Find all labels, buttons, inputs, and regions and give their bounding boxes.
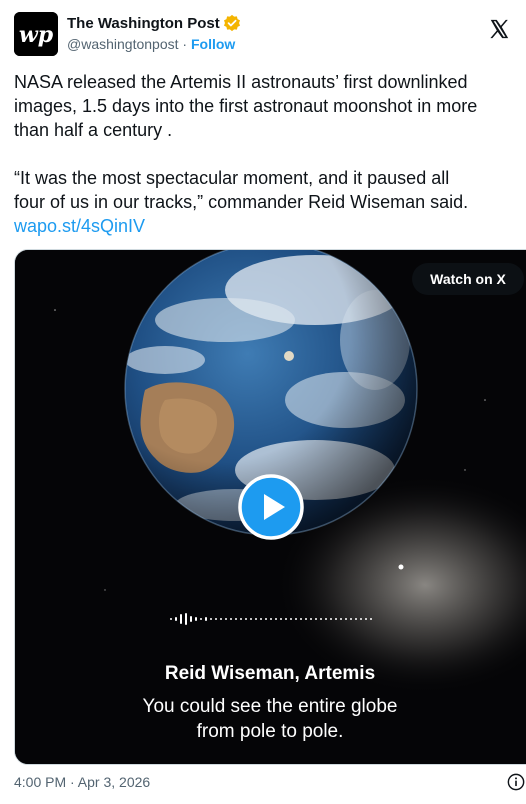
tweet-text-line: “It was the most spectacular moment, and… (14, 168, 450, 188)
avatar[interactable]: wp (14, 12, 58, 56)
display-name[interactable]: The Washington Post (67, 15, 220, 32)
tweet-text-line: NASA released the Artemis II astronauts’… (14, 72, 468, 92)
info-icon[interactable] (507, 773, 525, 791)
tweet-timestamp[interactable]: 4:00 PM · Apr 3, 2026 (14, 774, 150, 790)
separator: · (178, 36, 191, 52)
handle-line: @washingtonpost · Follow (67, 36, 241, 52)
watch-on-x-button[interactable]: Watch on X (412, 263, 524, 295)
waveform-icon (170, 613, 372, 625)
play-icon[interactable] (238, 474, 304, 540)
tweet-card: wp The Washington Post @washingtonpost ·… (0, 0, 526, 804)
verified-badge-icon (223, 14, 240, 32)
author-info: The Washington Post @washingtonpost · Fo… (67, 13, 241, 52)
tweet-text-line: than half a century . (14, 120, 173, 140)
caption-speaker: Reid Wiseman, Artemis (164, 663, 376, 684)
tweet-body: NASA released the Artemis II astronauts’… (14, 70, 526, 238)
tweet-text-line: images, 1.5 days into the first astronau… (14, 96, 478, 116)
svg-text:wp: wp (19, 22, 54, 48)
tweet-text-line: four of us in our tracks,” commander Rei… (14, 192, 469, 212)
wp-logo-icon: wp (14, 12, 58, 56)
caption-line: from pole to pole. (196, 721, 344, 742)
article-link[interactable]: wapo.st/4sQinIV (14, 216, 145, 236)
follow-button[interactable]: Follow (191, 36, 235, 52)
caption-line: You could see the entire globe (142, 696, 398, 717)
handle[interactable]: @washingtonpost (67, 36, 179, 52)
x-logo-icon[interactable] (488, 18, 510, 40)
tweet-header: wp The Washington Post @washingtonpost ·… (14, 12, 514, 58)
